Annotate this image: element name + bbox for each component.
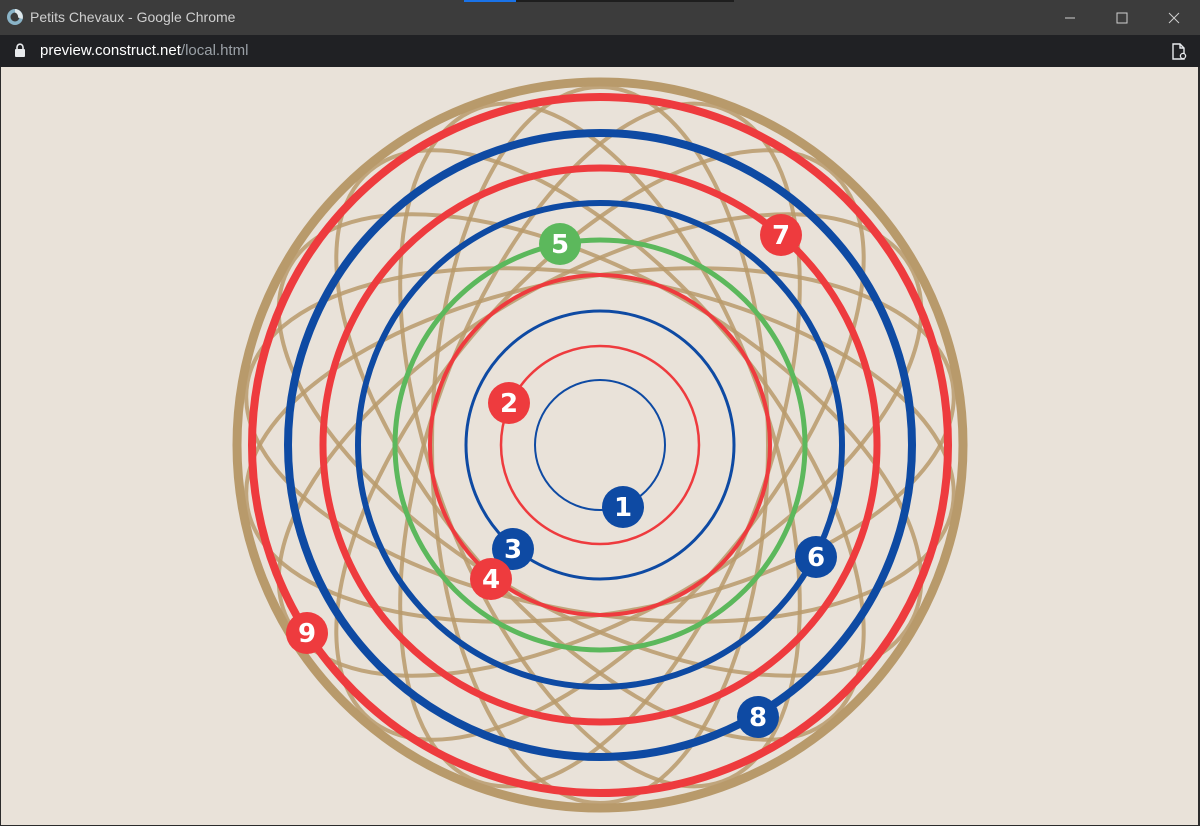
token-label: 6 (807, 543, 825, 573)
token-label: 4 (482, 565, 500, 595)
token-5[interactable]: 5 (539, 223, 581, 265)
tab-strip-indicator (464, 0, 516, 2)
token-1[interactable]: 1 (602, 486, 644, 528)
game-canvas[interactable]: 1 2 34 5 6 7 8 9 (1, 67, 1198, 825)
token-8[interactable]: 8 (737, 696, 779, 738)
app-icon (7, 9, 23, 25)
token-label: 2 (500, 389, 518, 419)
maximize-icon (1116, 12, 1128, 23)
close-icon (1168, 12, 1180, 23)
maximize-button[interactable] (1096, 0, 1148, 35)
token-label: 3 (504, 535, 522, 565)
token-9[interactable]: 9 (286, 612, 328, 654)
track-ring-8 (284, 129, 916, 761)
token-2[interactable]: 2 (488, 382, 530, 424)
minimize-button[interactable] (1044, 0, 1096, 35)
lock-icon (15, 43, 25, 57)
url-host: preview.construct.net (40, 42, 181, 59)
address-bar[interactable]: preview.construct.net/local.html (0, 35, 1200, 67)
game-board[interactable]: 1 2 34 5 6 7 8 9 (1, 67, 1198, 825)
token-label: 9 (298, 619, 316, 649)
minimize-icon (1065, 17, 1075, 18)
track-ring-1 (534, 379, 666, 511)
token-label: 1 (614, 493, 632, 523)
url-path: /local.html (180, 42, 249, 59)
window-title: Petits Chevaux - Google Chrome (30, 9, 236, 25)
outer-ring (232, 77, 968, 813)
close-button[interactable] (1148, 0, 1200, 35)
token-7[interactable]: 7 (760, 214, 802, 256)
token-label: 8 (749, 703, 767, 733)
pattern-ellipse (398, 101, 802, 789)
token-label: 5 (551, 230, 569, 260)
token-label: 7 (772, 221, 790, 251)
token-4[interactable]: 4 (470, 558, 512, 600)
page-info-icon[interactable] (1171, 43, 1187, 60)
track-ring-5 (392, 237, 808, 653)
track-ring-2 (499, 344, 701, 546)
tab-strip (464, 0, 734, 2)
title-bar: Petits Chevaux - Google Chrome (0, 0, 1200, 35)
pattern-ellipse (398, 101, 802, 789)
token-6[interactable]: 6 (795, 536, 837, 578)
url[interactable]: preview.construct.net/local.html (40, 42, 248, 59)
